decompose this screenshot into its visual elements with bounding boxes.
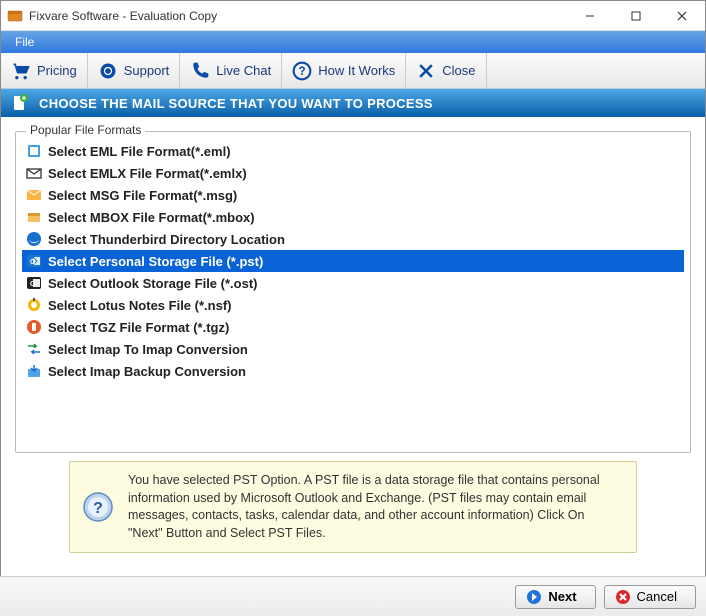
imap-backup-icon <box>26 363 42 379</box>
thunderbird-icon <box>26 231 42 247</box>
format-row-label: Select Outlook Storage File (*.ost) <box>48 276 257 291</box>
question-icon: ? <box>292 61 312 81</box>
info-panel: ? You have selected PST Option. A PST fi… <box>69 461 637 553</box>
cancel-button-label: Cancel <box>637 589 677 604</box>
format-row-label: Select Imap To Imap Conversion <box>48 342 248 357</box>
formats-group: Popular File Formats Select EML File For… <box>15 131 691 453</box>
format-row[interactable]: Select Imap To Imap Conversion <box>22 338 684 360</box>
close-window-button[interactable] <box>659 1 705 31</box>
format-row-label: Select TGZ File Format (*.tgz) <box>48 320 229 335</box>
format-row[interactable]: Select Imap Backup Conversion <box>22 360 684 382</box>
step-banner: CHOOSE THE MAIL SOURCE THAT YOU WANT TO … <box>1 89 705 117</box>
cart-icon <box>11 61 31 81</box>
info-text: You have selected PST Option. A PST file… <box>128 472 620 542</box>
toolbar-close-label: Close <box>442 63 475 78</box>
format-row[interactable]: Select MSG File Format(*.msg) <box>22 184 684 206</box>
app-icon <box>7 8 23 24</box>
help-icon: ? <box>82 491 114 523</box>
format-row-label: Select MBOX File Format(*.mbox) <box>48 210 255 225</box>
nsf-icon <box>26 297 42 313</box>
toolbar-pricing[interactable]: Pricing <box>1 53 88 88</box>
mbox-icon <box>26 209 42 225</box>
window-title: Fixvare Software - Evaluation Copy <box>29 9 567 23</box>
format-row[interactable]: Select EML File Format(*.eml) <box>22 140 684 162</box>
svg-text:O: O <box>30 281 36 288</box>
next-button[interactable]: Next <box>515 585 595 609</box>
format-row[interactable]: O Select Personal Storage File (*.pst) <box>22 250 684 272</box>
cancel-button[interactable]: Cancel <box>604 585 696 609</box>
format-row[interactable]: O Select Outlook Storage File (*.ost) <box>22 272 684 294</box>
format-row[interactable]: Select Thunderbird Directory Location <box>22 228 684 250</box>
toolbar-how-it-works[interactable]: ? How It Works <box>282 53 406 88</box>
format-row[interactable]: Select TGZ File Format (*.tgz) <box>22 316 684 338</box>
format-row-label: Select EMLX File Format(*.emlx) <box>48 166 247 181</box>
format-row[interactable]: Select Lotus Notes File (*.nsf) <box>22 294 684 316</box>
pst-icon: O <box>26 253 42 269</box>
minimize-button[interactable] <box>567 1 613 31</box>
toolbar: Pricing Support Live Chat ? How It Works… <box>1 53 705 89</box>
format-row-label: Select EML File Format(*.eml) <box>48 144 231 159</box>
menubar: File <box>1 31 705 53</box>
toolbar-pricing-label: Pricing <box>37 63 77 78</box>
window-titlebar: Fixvare Software - Evaluation Copy <box>1 1 705 31</box>
imap-convert-icon <box>26 341 42 357</box>
ost-icon: O <box>26 275 42 291</box>
toolbar-close[interactable]: Close <box>406 53 486 88</box>
format-row[interactable]: Select MBOX File Format(*.mbox) <box>22 206 684 228</box>
svg-text:?: ? <box>299 65 306 78</box>
next-button-label: Next <box>548 589 576 604</box>
close-icon <box>416 61 436 81</box>
toolbar-live-chat[interactable]: Live Chat <box>180 53 282 88</box>
msg-icon <box>26 187 42 203</box>
format-row-label: Select Thunderbird Directory Location <box>48 232 285 247</box>
svg-text:?: ? <box>93 500 103 517</box>
footer: Next Cancel <box>0 576 706 616</box>
format-row-label: Select MSG File Format(*.msg) <box>48 188 237 203</box>
formats-list: Select EML File Format(*.eml) Select EMLX… <box>20 138 686 384</box>
tgz-icon <box>26 319 42 335</box>
support-icon <box>98 61 118 81</box>
format-row-label: Select Lotus Notes File (*.nsf) <box>48 298 231 313</box>
format-row-label: Select Personal Storage File (*.pst) <box>48 254 263 269</box>
emlx-icon <box>26 165 42 181</box>
format-row[interactable]: Select EMLX File Format(*.emlx) <box>22 162 684 184</box>
formats-legend: Popular File Formats <box>26 123 145 137</box>
format-row-label: Select Imap Backup Conversion <box>48 364 246 379</box>
toolbar-support[interactable]: Support <box>88 53 181 88</box>
eml-icon <box>26 143 42 159</box>
phone-icon <box>190 61 210 81</box>
toolbar-how-it-works-label: How It Works <box>318 63 395 78</box>
svg-text:O: O <box>30 259 36 266</box>
menu-file[interactable]: File <box>7 33 42 51</box>
toolbar-live-chat-label: Live Chat <box>216 63 271 78</box>
window-buttons <box>567 1 705 31</box>
content-area: Popular File Formats Select EML File For… <box>1 117 705 557</box>
cancel-icon <box>615 589 631 605</box>
arrow-right-icon <box>526 589 542 605</box>
document-plus-icon <box>11 94 29 112</box>
toolbar-support-label: Support <box>124 63 170 78</box>
maximize-button[interactable] <box>613 1 659 31</box>
banner-text: CHOOSE THE MAIL SOURCE THAT YOU WANT TO … <box>39 96 433 111</box>
